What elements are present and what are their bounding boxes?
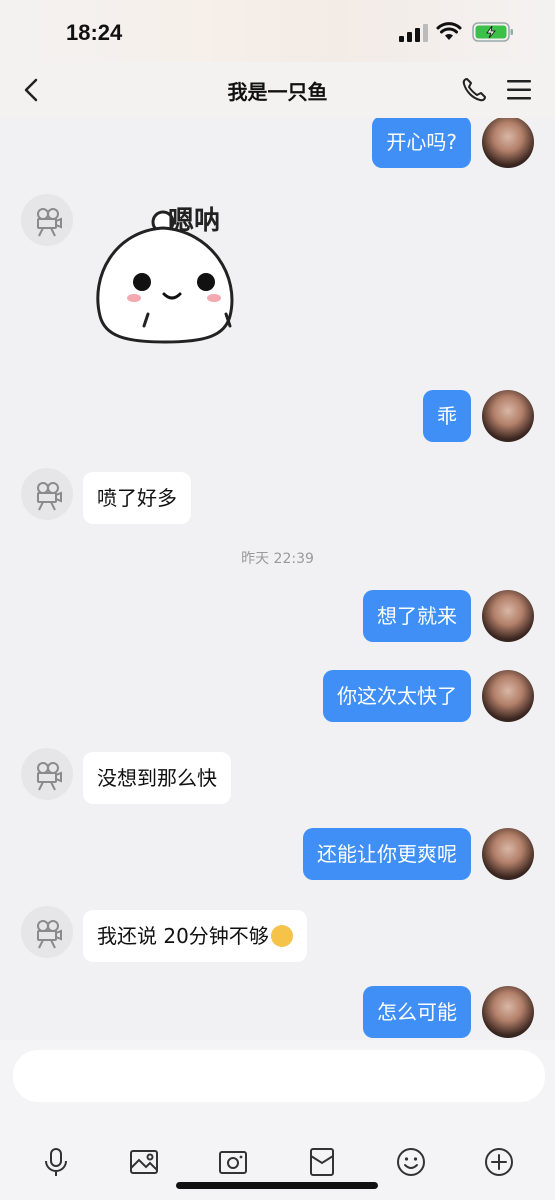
- peer-avatar[interactable]: [21, 194, 73, 246]
- menu-icon[interactable]: [505, 78, 533, 102]
- message-input[interactable]: [13, 1050, 545, 1102]
- camera-icon[interactable]: [217, 1146, 249, 1178]
- message-bubble-received[interactable]: 我还说 20分钟不够: [83, 910, 307, 962]
- laughing-emoji-icon: [270, 924, 293, 947]
- peer-avatar[interactable]: [21, 906, 73, 958]
- my-avatar[interactable]: [482, 828, 534, 880]
- image-icon[interactable]: [128, 1146, 160, 1178]
- message-bubble-received[interactable]: 没想到那么快: [83, 752, 231, 804]
- message-bubble-sent[interactable]: 还能让你更爽呢: [303, 828, 471, 880]
- chat-area[interactable]: 开心吗? 嗯呐 乖 喷了好多 昨天 22:39 想了就来 你这次太快了 没想到那…: [0, 118, 555, 1040]
- nav-bar: 我是一只鱼: [0, 62, 555, 118]
- message-bubble-sent[interactable]: 乖: [423, 390, 471, 442]
- microphone-icon[interactable]: [40, 1146, 72, 1178]
- home-indicator[interactable]: [176, 1182, 378, 1189]
- message-text: 我还说 20分钟不够: [97, 924, 269, 948]
- emoji-icon[interactable]: [395, 1146, 427, 1178]
- sticker-caption: 嗯呐: [168, 206, 221, 236]
- camera-placeholder-icon: [37, 920, 62, 949]
- camera-placeholder-icon: [37, 762, 62, 791]
- signal-icon: [399, 24, 428, 42]
- my-avatar[interactable]: [482, 390, 534, 442]
- red-envelope-icon[interactable]: [306, 1146, 338, 1178]
- message-bubble-sent[interactable]: 想了就来: [363, 590, 471, 642]
- my-avatar[interactable]: [482, 986, 534, 1038]
- message-bubble-sent[interactable]: 你这次太快了: [323, 670, 471, 722]
- battery-icon: [472, 22, 513, 42]
- camera-placeholder-icon: [37, 482, 62, 511]
- status-bar: 18:24: [0, 0, 555, 62]
- plus-icon[interactable]: [483, 1146, 515, 1178]
- message-bubble-received[interactable]: 喷了好多: [83, 472, 191, 524]
- input-bar: [0, 1040, 555, 1200]
- message-bubble-sent[interactable]: 怎么可能: [363, 986, 471, 1038]
- message-bubble-sent[interactable]: 开心吗?: [372, 118, 471, 168]
- phone-call-icon[interactable]: [460, 76, 488, 104]
- status-time: 18:24: [66, 20, 123, 45]
- message-timestamp: 昨天 22:39: [241, 551, 314, 567]
- peer-avatar[interactable]: [21, 468, 73, 520]
- my-avatar[interactable]: [482, 118, 534, 168]
- camera-placeholder-icon: [37, 208, 62, 237]
- peer-avatar[interactable]: [21, 748, 73, 800]
- my-avatar[interactable]: [482, 670, 534, 722]
- wifi-icon: [436, 22, 462, 40]
- my-avatar[interactable]: [482, 590, 534, 642]
